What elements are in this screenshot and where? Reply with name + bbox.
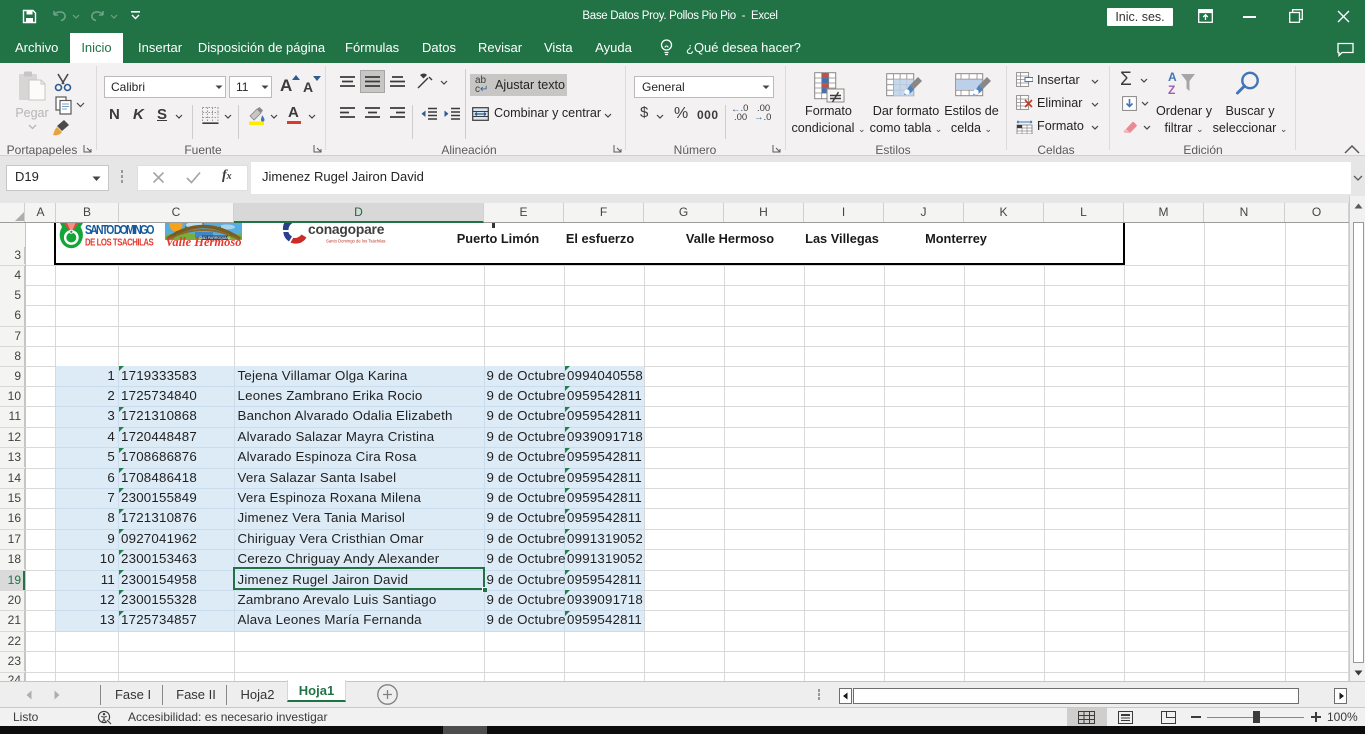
svg-text:SANTO DOMINGO: SANTO DOMINGO: [85, 223, 155, 237]
svg-text:Santo Domingo de los Tsáchilas: Santo Domingo de los Tsáchilas: [326, 239, 386, 244]
svg-text:GAD PARROQUIAL: GAD PARROQUIAL: [199, 236, 230, 240]
svg-text:conagopare: conagopare: [308, 223, 385, 237]
svg-text:DE LOS TSACHILAS: DE LOS TSACHILAS: [85, 237, 155, 248]
